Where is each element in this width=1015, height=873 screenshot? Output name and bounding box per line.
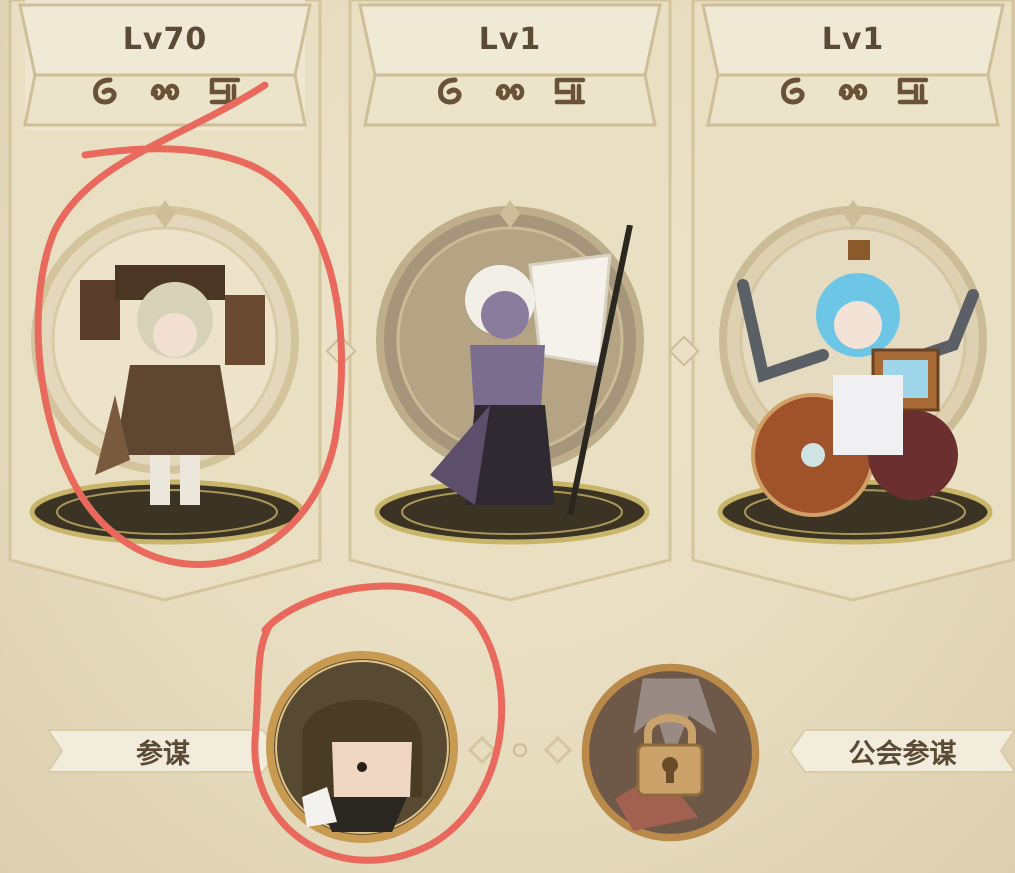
rune-2-icon	[150, 83, 180, 101]
advisor-portrait	[266, 651, 458, 843]
hero-sprite-gunner	[80, 265, 265, 505]
rune-3-icon	[897, 77, 929, 105]
lock-icon	[636, 714, 704, 797]
hero-level: Lv1	[478, 22, 542, 57]
advisor-label: 参谋	[48, 722, 278, 780]
connector-ornament	[467, 735, 573, 765]
rune-1-icon	[781, 77, 805, 105]
hero-level: Lv70	[122, 22, 208, 57]
rune-3-icon	[554, 77, 586, 105]
rune-1-icon	[93, 77, 117, 105]
hero-card-3[interactable]: Lv1	[688, 0, 1015, 610]
guild-advisor-label: 公会参谋	[790, 722, 1015, 780]
rune-3-icon	[209, 77, 241, 105]
advisor-slot[interactable]	[262, 647, 462, 847]
rune-1-icon	[438, 77, 462, 105]
rune-2-icon	[838, 83, 868, 101]
hero-card-1[interactable]: Lv70	[0, 0, 330, 610]
hero-sprite-wheelchair-robot-arms	[737, 240, 979, 517]
hero-sprite-dark-elf-lancer	[430, 225, 633, 516]
hero-level: Lv1	[821, 22, 885, 57]
guild-advisor-slot[interactable]	[578, 660, 763, 845]
rune-2-icon	[495, 83, 525, 101]
hero-card-2[interactable]: Lv1	[345, 0, 675, 610]
